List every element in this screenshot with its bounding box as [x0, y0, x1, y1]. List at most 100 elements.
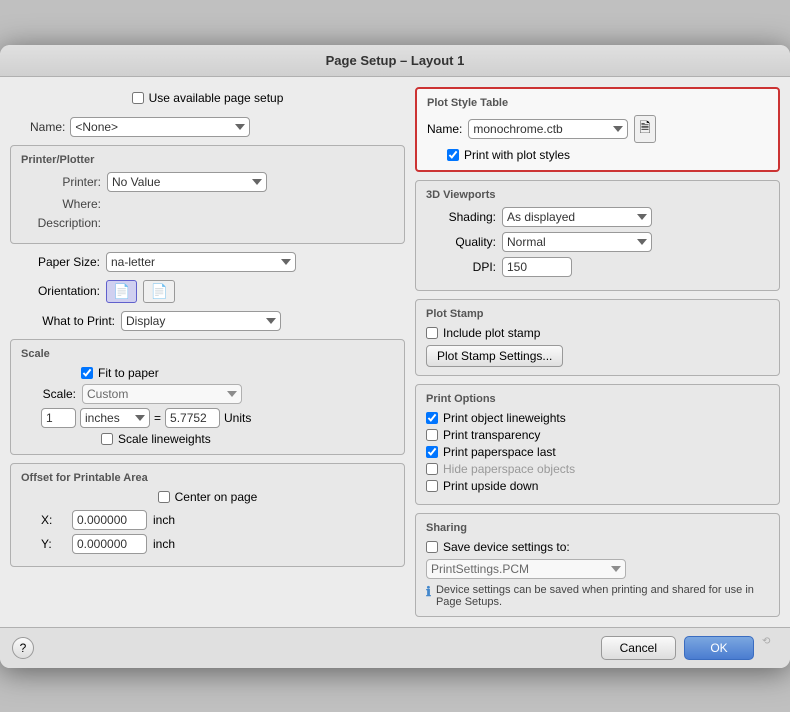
- quality-label: Quality:: [426, 235, 496, 249]
- include-stamp-row: Include plot stamp: [426, 326, 769, 340]
- x-row: X: inch: [21, 510, 394, 530]
- opt2-label: Print transparency: [443, 428, 540, 442]
- right-panel: Plot Style Table Name: monochrome.ctb 🗎 …: [415, 87, 780, 617]
- opt1-row: Print object lineweights: [426, 411, 769, 425]
- print-with-styles-checkbox[interactable]: [447, 149, 459, 161]
- plot-style-select[interactable]: monochrome.ctb: [468, 119, 628, 139]
- info-text: Device settings can be saved when printi…: [436, 584, 769, 608]
- stamp-settings-button[interactable]: Plot Stamp Settings...: [426, 345, 563, 367]
- use-page-setup-label: Use available page setup: [149, 91, 284, 105]
- opt2-row: Print transparency: [426, 428, 769, 442]
- description-row: Description:: [21, 216, 394, 230]
- what-to-print-label: What to Print:: [20, 314, 115, 328]
- share-file-row: PrintSettings.PCM: [426, 559, 769, 579]
- help-button[interactable]: ?: [12, 637, 34, 659]
- scale-section-title: Scale: [21, 348, 394, 360]
- share-file-select[interactable]: PrintSettings.PCM: [426, 559, 626, 579]
- printer-row: Printer: No Value: [21, 172, 394, 192]
- scale-lineweights-row: Scale lineweights: [21, 432, 394, 446]
- save-device-label: Save device settings to:: [443, 540, 570, 554]
- save-device-row: Save device settings to:: [426, 540, 769, 554]
- print-options-section: Print Options Print object lineweights P…: [415, 384, 780, 505]
- orientation-label: Orientation:: [20, 284, 100, 298]
- y-input[interactable]: [72, 534, 147, 554]
- scale-units-select[interactable]: inches: [80, 408, 150, 428]
- scale-units-label: Units: [224, 411, 251, 425]
- shading-row: Shading: As displayed: [426, 207, 769, 227]
- paper-size-label: Paper Size:: [20, 255, 100, 269]
- center-on-page-checkbox[interactable]: [158, 491, 170, 503]
- include-stamp-label: Include plot stamp: [443, 326, 540, 340]
- opt3-checkbox[interactable]: [426, 446, 438, 458]
- y-label: Y:: [41, 537, 66, 551]
- opt2-checkbox[interactable]: [426, 429, 438, 441]
- y-unit: inch: [153, 537, 175, 551]
- landscape-button[interactable]: 📄: [143, 280, 174, 303]
- scale-result-input[interactable]: [165, 408, 220, 428]
- what-to-print-select[interactable]: Display: [121, 311, 281, 331]
- quality-row: Quality: Normal: [426, 232, 769, 252]
- center-row: Center on page: [21, 490, 394, 504]
- where-row: Where:: [21, 197, 394, 211]
- offset-section: Offset for Printable Area Center on page…: [10, 463, 405, 567]
- scale-select[interactable]: Custom: [82, 384, 242, 404]
- scale-lineweights-label: Scale lineweights: [118, 432, 211, 446]
- sharing-section: Sharing Save device settings to: PrintSe…: [415, 513, 780, 617]
- opt4-label: Hide paperspace objects: [443, 462, 575, 476]
- quality-select[interactable]: Normal: [502, 232, 652, 252]
- opt4-checkbox[interactable]: [426, 463, 438, 475]
- scale-lineweights-checkbox[interactable]: [101, 433, 113, 445]
- info-row: ℹ Device settings can be saved when prin…: [426, 584, 769, 608]
- name-select[interactable]: <None>: [70, 117, 250, 137]
- dpi-input[interactable]: [502, 257, 572, 277]
- ok-button[interactable]: OK: [684, 636, 754, 660]
- plot-style-name-row: Name: monochrome.ctb 🗎: [427, 115, 768, 143]
- dpi-row: DPI:: [426, 257, 769, 277]
- dialog-title: Page Setup – Layout 1: [326, 53, 465, 68]
- sharing-title: Sharing: [426, 522, 769, 534]
- plot-style-title: Plot Style Table: [427, 97, 768, 109]
- portrait-button[interactable]: 📄: [106, 280, 137, 303]
- opt1-checkbox[interactable]: [426, 412, 438, 424]
- title-bar: Page Setup – Layout 1: [0, 45, 790, 77]
- shading-select[interactable]: As displayed: [502, 207, 652, 227]
- x-unit: inch: [153, 513, 175, 527]
- fit-to-paper-row: Fit to paper: [21, 366, 394, 380]
- printer-label: Printer:: [21, 175, 101, 189]
- shading-label: Shading:: [426, 210, 496, 224]
- info-icon: ℹ: [426, 584, 431, 600]
- save-device-checkbox[interactable]: [426, 541, 438, 553]
- fit-to-paper-checkbox[interactable]: [81, 367, 93, 379]
- opt4-row: Hide paperspace objects: [426, 462, 769, 476]
- description-label: Description:: [21, 216, 101, 230]
- use-page-setup-checkbox[interactable]: [132, 92, 144, 104]
- opt5-checkbox[interactable]: [426, 480, 438, 492]
- printer-section-title: Printer/Plotter: [21, 154, 394, 166]
- plot-style-section: Plot Style Table Name: monochrome.ctb 🗎 …: [415, 87, 780, 172]
- printer-section: Printer/Plotter Printer: No Value Where:…: [10, 145, 405, 244]
- print-options-title: Print Options: [426, 393, 769, 405]
- scale-units-input[interactable]: [41, 408, 76, 428]
- paper-size-select[interactable]: na-letter: [106, 252, 296, 272]
- cancel-button[interactable]: Cancel: [601, 636, 676, 660]
- dpi-label: DPI:: [436, 260, 496, 274]
- viewports-title: 3D Viewports: [426, 189, 769, 201]
- x-label: X:: [41, 513, 66, 527]
- print-with-styles-label: Print with plot styles: [464, 148, 570, 162]
- print-with-styles-row: Print with plot styles: [427, 148, 768, 162]
- opt3-row: Print paperspace last: [426, 445, 769, 459]
- scale-section: Scale Fit to paper Scale: Custom inches: [10, 339, 405, 455]
- include-stamp-checkbox[interactable]: [426, 327, 438, 339]
- name-row: Name: <None>: [10, 117, 405, 137]
- center-on-page-label: Center on page: [175, 490, 258, 504]
- opt5-label: Print upside down: [443, 479, 538, 493]
- scale-equals: =: [154, 411, 161, 425]
- name-label: Name:: [30, 120, 65, 134]
- edit-plot-style-button[interactable]: 🗎: [634, 115, 655, 143]
- x-input[interactable]: [72, 510, 147, 530]
- printer-select[interactable]: No Value: [107, 172, 267, 192]
- scale-units-row: inches = Units: [21, 408, 394, 428]
- footer-buttons: Cancel OK ⟲: [601, 636, 778, 660]
- where-label: Where:: [21, 197, 101, 211]
- plot-style-name-label: Name:: [427, 122, 462, 136]
